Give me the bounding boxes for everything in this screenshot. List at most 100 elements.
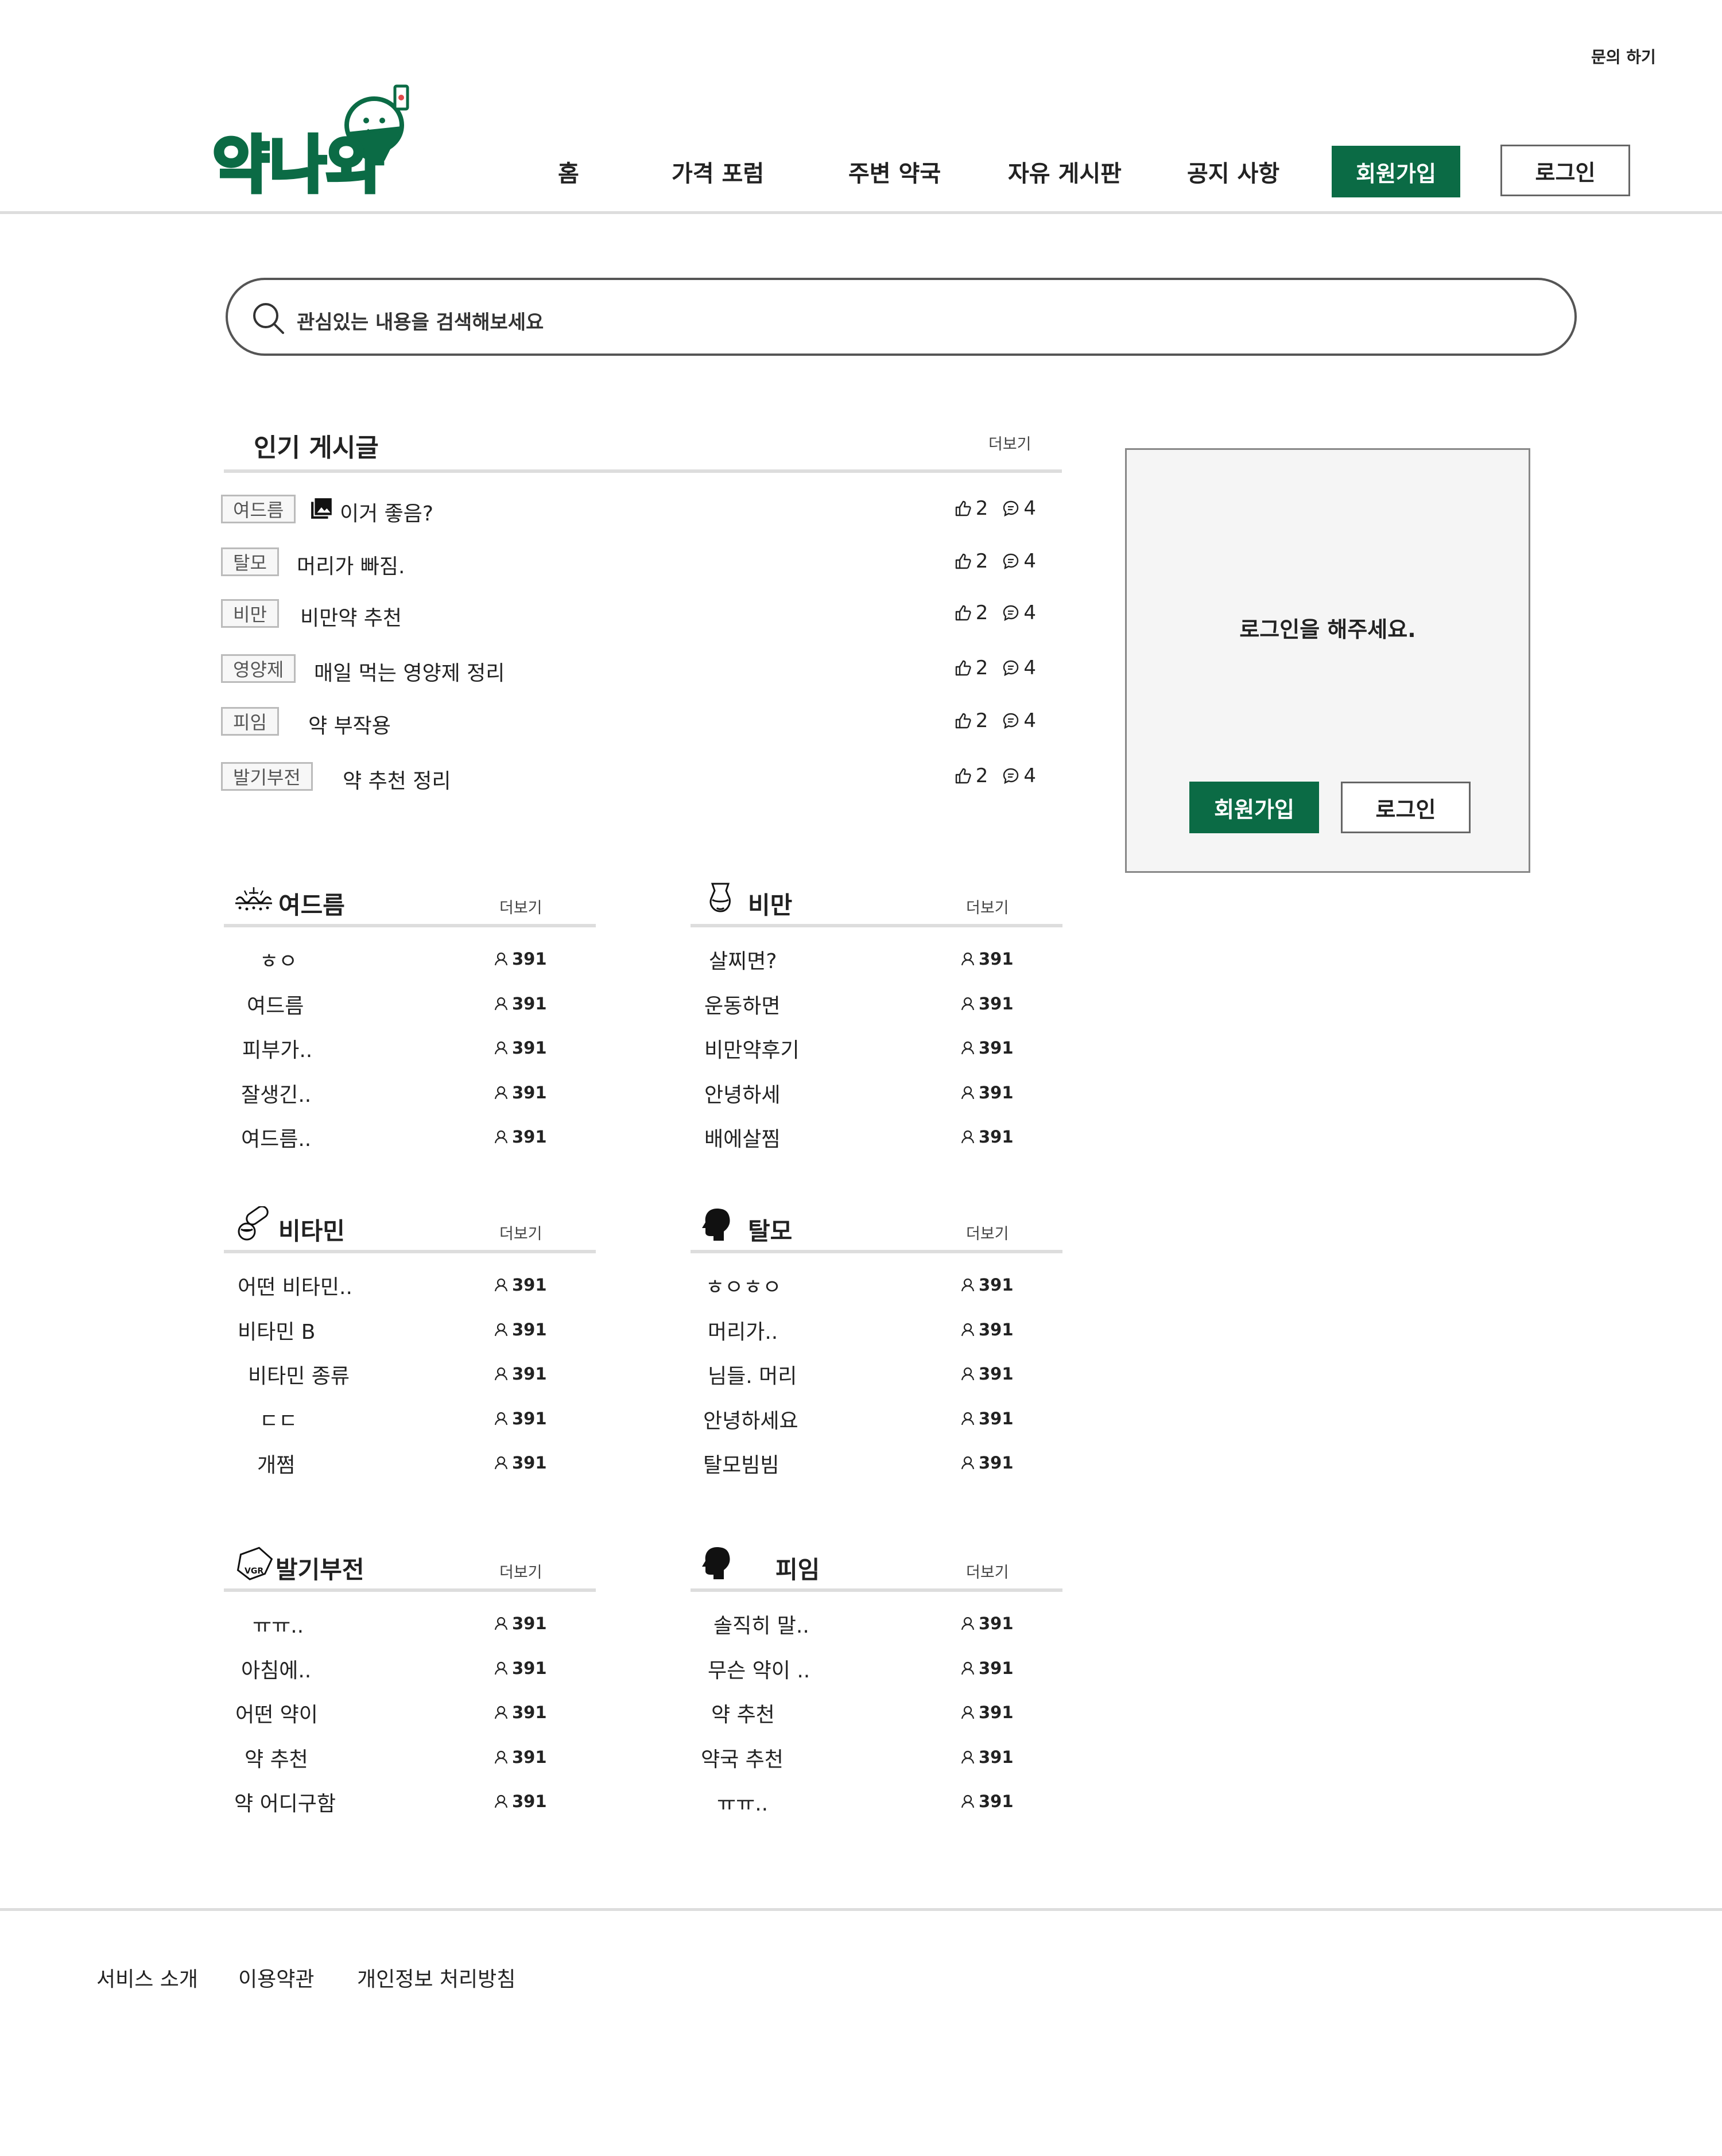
- list-item[interactable]: ㅎㅇ 391: [224, 945, 603, 989]
- post-title[interactable]: 솔직히 말..: [713, 1609, 809, 1639]
- list-item[interactable]: 비타민 B 391: [224, 1315, 603, 1360]
- list-item[interactable]: 피부가.. 391: [224, 1034, 603, 1078]
- post-title[interactable]: 비만약 추천: [300, 601, 402, 631]
- post-title[interactable]: 약국 추천: [701, 1743, 784, 1773]
- category-tag[interactable]: 영양제: [221, 654, 296, 683]
- board-title[interactable]: 여드름: [278, 886, 345, 921]
- post-title[interactable]: 매일 먹는 영양제 정리: [314, 656, 505, 686]
- logo[interactable]: 약나와: [211, 80, 419, 203]
- post-title[interactable]: ㅠㅠ..: [717, 1787, 768, 1817]
- list-item[interactable]: 배에살찜 391: [691, 1122, 1069, 1167]
- footer-privacy[interactable]: 개인정보 처리방침: [357, 1963, 515, 1992]
- board-more-link[interactable]: 더보기: [966, 1221, 1009, 1244]
- post-title[interactable]: 님들. 머리: [708, 1359, 797, 1389]
- popular-post-row[interactable]: 비만 비만약 추천 2 4: [221, 595, 1036, 631]
- nav-nearby-pharmacy[interactable]: 주변 약국: [848, 155, 941, 188]
- post-title[interactable]: 약 어디구함: [234, 1787, 336, 1817]
- list-item[interactable]: 살찌면? 391: [691, 945, 1069, 989]
- list-item[interactable]: ㅠㅠ.. 391: [224, 1609, 603, 1654]
- list-item[interactable]: 약 추천 391: [224, 1743, 603, 1788]
- post-title[interactable]: 이거 좋음?: [340, 497, 433, 527]
- popular-post-row[interactable]: 탈모 머리가 빠짐. 2 4: [221, 543, 1036, 580]
- list-item[interactable]: 약 추천 391: [691, 1698, 1069, 1743]
- list-item[interactable]: 잘생긴.. 391: [224, 1078, 603, 1123]
- post-title[interactable]: 머리가 빠짐.: [297, 550, 405, 580]
- post-title[interactable]: 비타민 B: [238, 1315, 316, 1345]
- post-title[interactable]: 안녕하세: [704, 1078, 780, 1108]
- post-title[interactable]: 비만약후기: [704, 1034, 800, 1063]
- board-more-link[interactable]: 더보기: [499, 895, 542, 918]
- post-title[interactable]: ㄷㄷ: [259, 1404, 297, 1434]
- category-tag[interactable]: 발기부전: [221, 762, 313, 791]
- post-title[interactable]: ㅠㅠ..: [253, 1609, 304, 1639]
- list-item[interactable]: 솔직히 말.. 391: [691, 1609, 1069, 1654]
- nav-notice[interactable]: 공지 사항: [1187, 155, 1279, 188]
- footer-service-intro[interactable]: 서비스 소개: [96, 1963, 198, 1992]
- popular-more-link[interactable]: 더보기: [988, 432, 1031, 454]
- popular-post-row[interactable]: 피임 약 부작용 2 4: [221, 702, 1036, 739]
- category-tag[interactable]: 비만: [221, 599, 279, 628]
- nav-price-forum[interactable]: 가격 포럼: [672, 155, 764, 188]
- signup-button[interactable]: 회원가입: [1332, 146, 1460, 197]
- post-title[interactable]: 살찌면?: [709, 945, 777, 974]
- category-tag[interactable]: 피임: [221, 707, 279, 736]
- post-title[interactable]: 안녕하세요: [703, 1404, 798, 1434]
- post-title[interactable]: 무슨 약이 ..: [708, 1654, 810, 1684]
- post-title[interactable]: 어떤 약이: [235, 1698, 318, 1728]
- board-title[interactable]: 비만: [748, 886, 792, 921]
- search-input[interactable]: 관심있는 내용을 검색해보세요: [226, 278, 1577, 356]
- board-title[interactable]: 비타민: [278, 1212, 345, 1247]
- board-more-link[interactable]: 더보기: [966, 895, 1009, 918]
- board-title[interactable]: 피임: [775, 1551, 820, 1586]
- list-item[interactable]: 무슨 약이 .. 391: [691, 1654, 1069, 1699]
- post-title[interactable]: 탈모빔빔: [703, 1448, 779, 1478]
- panel-login-button[interactable]: 로그인: [1341, 782, 1471, 833]
- inquiry-link[interactable]: 문의 하기: [1591, 45, 1656, 68]
- list-item[interactable]: 어떤 비타민.. 391: [224, 1271, 603, 1315]
- list-item[interactable]: 여드름.. 391: [224, 1122, 603, 1167]
- popular-post-row[interactable]: 여드름 이거 좋음? 2 4: [221, 490, 1036, 527]
- board-title[interactable]: 발기부전: [276, 1551, 364, 1586]
- post-title[interactable]: 어떤 비타민..: [238, 1271, 352, 1300]
- category-tag[interactable]: 탈모: [221, 547, 279, 576]
- list-item[interactable]: 비만약후기 391: [691, 1034, 1069, 1078]
- post-title[interactable]: 약 추천: [245, 1743, 308, 1773]
- post-title[interactable]: ㅎㅇㅎㅇ: [705, 1271, 781, 1300]
- list-item[interactable]: 운동하면 391: [691, 989, 1069, 1034]
- board-more-link[interactable]: 더보기: [499, 1560, 542, 1582]
- post-title[interactable]: 개쩜: [257, 1448, 295, 1478]
- list-item[interactable]: ㅎㅇㅎㅇ 391: [691, 1271, 1069, 1315]
- board-title[interactable]: 탈모: [748, 1212, 792, 1247]
- post-title[interactable]: 운동하면: [704, 989, 780, 1019]
- list-item[interactable]: 어떤 약이 391: [224, 1698, 603, 1743]
- list-item[interactable]: 안녕하세요 391: [691, 1404, 1069, 1449]
- post-title[interactable]: 아침에..: [241, 1654, 311, 1684]
- list-item[interactable]: 비타민 종류 391: [224, 1359, 603, 1404]
- post-title[interactable]: 약 부작용: [308, 709, 391, 739]
- post-title[interactable]: 비타민 종류: [248, 1359, 350, 1389]
- board-more-link[interactable]: 더보기: [966, 1560, 1009, 1582]
- post-title[interactable]: 여드름..: [241, 1122, 311, 1152]
- popular-post-row[interactable]: 영양제 매일 먹는 영양제 정리 2 4: [221, 650, 1036, 686]
- board-more-link[interactable]: 더보기: [499, 1221, 542, 1244]
- list-item[interactable]: 머리가.. 391: [691, 1315, 1069, 1360]
- post-title[interactable]: 약 추천 정리: [343, 764, 451, 794]
- list-item[interactable]: 여드름 391: [224, 989, 603, 1034]
- nav-home[interactable]: 홈: [558, 155, 579, 188]
- post-title[interactable]: 피부가..: [242, 1034, 312, 1063]
- post-title[interactable]: 여드름: [247, 989, 304, 1019]
- nav-free-board[interactable]: 자유 게시판: [1008, 155, 1122, 188]
- popular-post-row[interactable]: 발기부전 약 추천 정리 2 4: [221, 757, 1036, 794]
- list-item[interactable]: 아침에.. 391: [224, 1654, 603, 1699]
- list-item[interactable]: ㄷㄷ 391: [224, 1404, 603, 1449]
- list-item[interactable]: 개쩜 391: [224, 1448, 603, 1493]
- panel-signup-button[interactable]: 회원가입: [1189, 782, 1319, 833]
- list-item[interactable]: 탈모빔빔 391: [691, 1448, 1069, 1493]
- footer-terms[interactable]: 이용약관: [238, 1963, 314, 1992]
- post-title[interactable]: 약 추천: [711, 1698, 775, 1728]
- list-item[interactable]: 약 어디구함 391: [224, 1787, 603, 1832]
- post-title[interactable]: 배에살찜: [704, 1122, 780, 1152]
- list-item[interactable]: 안녕하세 391: [691, 1078, 1069, 1123]
- list-item[interactable]: ㅠㅠ.. 391: [691, 1787, 1069, 1832]
- category-tag[interactable]: 여드름: [221, 495, 296, 523]
